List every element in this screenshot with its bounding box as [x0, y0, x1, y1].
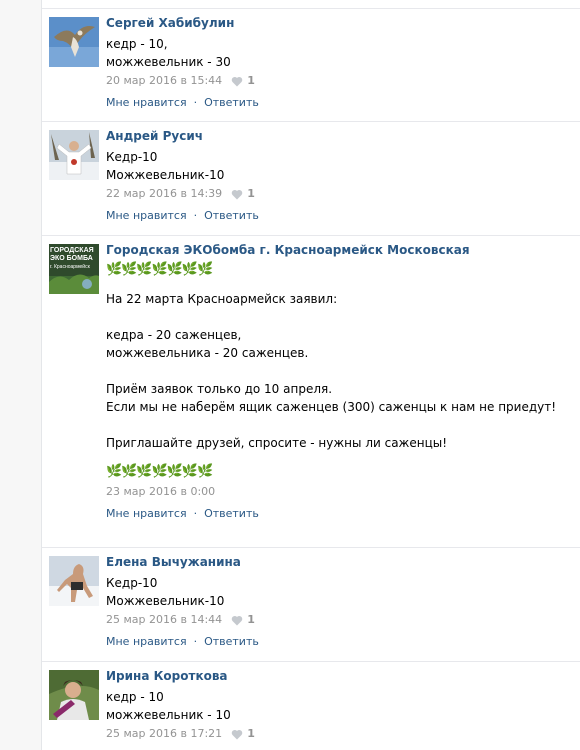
comment-line: [106, 416, 574, 434]
comment-line: Приглашайте друзей, спросите - нужны ли …: [106, 436, 448, 450]
person-snow-avatar-icon: [49, 130, 99, 180]
herb-icon: 🌿🌿🌿🌿🌿🌿🌿: [106, 262, 213, 277]
comment-line: Можжевельник-10: [106, 594, 225, 608]
comment-line: можжевельник - 10: [106, 708, 231, 722]
action-separator: ·: [190, 96, 201, 109]
left-sidebar-strip: [0, 0, 42, 750]
author-link[interactable]: Сергей Хабибулин: [106, 15, 574, 31]
avatar[interactable]: ГОРОДСКАЯ ЭКО БОМБА г. Красноармейск: [49, 244, 99, 294]
reply-button[interactable]: Ответить: [204, 209, 259, 222]
comments-feed: Сергей Хабибулин кедр - 10, можжевельник…: [42, 0, 580, 750]
action-separator: ·: [190, 209, 201, 222]
heart-icon: [231, 76, 243, 86]
like-counter[interactable]: 1: [231, 726, 255, 742]
comment-meta: 23 мар 2016 в 0:00: [106, 484, 574, 500]
reply-button[interactable]: Ответить: [204, 507, 259, 520]
comment-line: кедр - 10: [106, 690, 164, 704]
heart-icon: [231, 615, 243, 625]
reply-button[interactable]: Ответить: [204, 96, 259, 109]
comment-line: Кедр-10: [106, 150, 158, 164]
comment-line: кедр - 10,: [106, 37, 168, 51]
avatar[interactable]: [49, 130, 99, 180]
person-snow-avatar-icon: [49, 556, 99, 606]
like-counter[interactable]: 1: [231, 612, 255, 628]
author-link[interactable]: Ирина Короткова: [106, 668, 574, 684]
like-button[interactable]: Мне нравится: [106, 209, 187, 222]
comment-line: На 22 марта Красноармейск заявил:: [106, 292, 338, 306]
comment-meta: 25 мар 2016 в 17:21 1: [106, 726, 574, 742]
like-counter[interactable]: 1: [231, 186, 255, 202]
comment-meta: 25 мар 2016 в 14:44 1: [106, 612, 574, 628]
heart-icon: [231, 729, 243, 739]
comment-text: кедр - 10 можжевельник - 10: [106, 688, 574, 724]
comment-line: Если мы не наберём ящик саженцев (300) с…: [106, 400, 557, 414]
comment-date[interactable]: 25 мар 2016 в 17:21: [106, 726, 222, 742]
comment-item: Ирина Короткова кедр - 10 можжевельник -…: [42, 662, 580, 750]
author-link[interactable]: Андрей Русич: [106, 128, 574, 144]
comment-item: ГОРОДСКАЯ ЭКО БОМБА г. Красноармейск Гор…: [42, 236, 580, 548]
comment-meta: 22 мар 2016 в 14:39 1: [106, 186, 574, 202]
comment-date[interactable]: 20 мар 2016 в 15:44: [106, 73, 222, 89]
leaf-emoji-row: 🌿🌿🌿🌿🌿🌿🌿: [106, 262, 574, 280]
like-button[interactable]: Мне нравится: [106, 96, 187, 109]
comment-actions: Мне нравится · Ответить: [106, 208, 574, 224]
like-count: 1: [247, 727, 255, 740]
avatar-logo-line: ГОРОДСКАЯ: [50, 247, 94, 254]
heart-icon: [231, 189, 243, 199]
avatar-logo-line: г. Красноармейск: [50, 264, 90, 270]
comment-line: Приём заявок только до 10 апреля.: [106, 382, 333, 396]
like-count: 1: [247, 74, 255, 87]
author-link[interactable]: Городская ЭКОбомба г. Красноармейск Моск…: [106, 242, 574, 258]
comment-line: можжевельник - 30: [106, 55, 231, 69]
comment-actions: Мне нравится · Ответить: [106, 506, 574, 522]
person-green-avatar-icon: [49, 670, 99, 720]
author-link[interactable]: Елена Вычужанина: [106, 554, 574, 570]
comment-line: Можжевельник-10: [106, 168, 225, 182]
avatar-logo-line: ЭКО БОМБА: [50, 255, 93, 262]
comment-meta: 20 мар 2016 в 15:44 1: [106, 73, 574, 89]
avatar[interactable]: [49, 556, 99, 606]
comment-date[interactable]: 22 мар 2016 в 14:39: [106, 186, 222, 202]
reply-button[interactable]: Ответить: [204, 635, 259, 648]
comment-item: Елена Вычужанина Кедр-10 Можжевельник-10…: [42, 548, 580, 662]
comment-date[interactable]: 23 мар 2016 в 0:00: [106, 484, 215, 500]
action-separator: ·: [190, 635, 201, 648]
comment-item: Андрей Русич Кедр-10 Можжевельник-10 22 …: [42, 122, 580, 236]
avatar[interactable]: [49, 670, 99, 720]
like-button[interactable]: Мне нравится: [106, 507, 187, 520]
comment-text: Кедр-10 Можжевельник-10: [106, 148, 574, 184]
leaf-emoji-row: 🌿🌿🌿🌿🌿🌿🌿: [106, 464, 574, 482]
comment-text: кедр - 10, можжевельник - 30: [106, 35, 574, 71]
like-button[interactable]: Мне нравится: [106, 635, 187, 648]
action-separator: ·: [190, 507, 201, 520]
comment-line: [106, 362, 574, 380]
comment-actions: Мне нравится · Ответить: [106, 634, 574, 650]
like-count: 1: [247, 613, 255, 626]
comment-text: На 22 марта Красноармейск заявил: кедра …: [106, 290, 574, 452]
comment-line: [106, 308, 574, 326]
like-count: 1: [247, 187, 255, 200]
comment-line: кедра - 20 саженцев,: [106, 328, 242, 342]
avatar[interactable]: [49, 17, 99, 67]
comment-actions: Мне нравится · Ответить: [106, 95, 574, 111]
herb-icon: 🌿🌿🌿🌿🌿🌿🌿: [106, 464, 213, 479]
comment-line: Кедр-10: [106, 576, 158, 590]
bird-avatar-icon: [49, 17, 99, 67]
comment-date[interactable]: 25 мар 2016 в 14:44: [106, 612, 222, 628]
avatar-logo-text: ГОРОДСКАЯ ЭКО БОМБА г. Красноармейск: [50, 247, 98, 271]
comment-text: Кедр-10 Можжевельник-10: [106, 574, 574, 610]
comment-item: Сергей Хабибулин кедр - 10, можжевельник…: [42, 9, 580, 122]
like-counter[interactable]: 1: [231, 73, 255, 89]
comment-line: можжевельника - 20 саженцев.: [106, 346, 309, 360]
